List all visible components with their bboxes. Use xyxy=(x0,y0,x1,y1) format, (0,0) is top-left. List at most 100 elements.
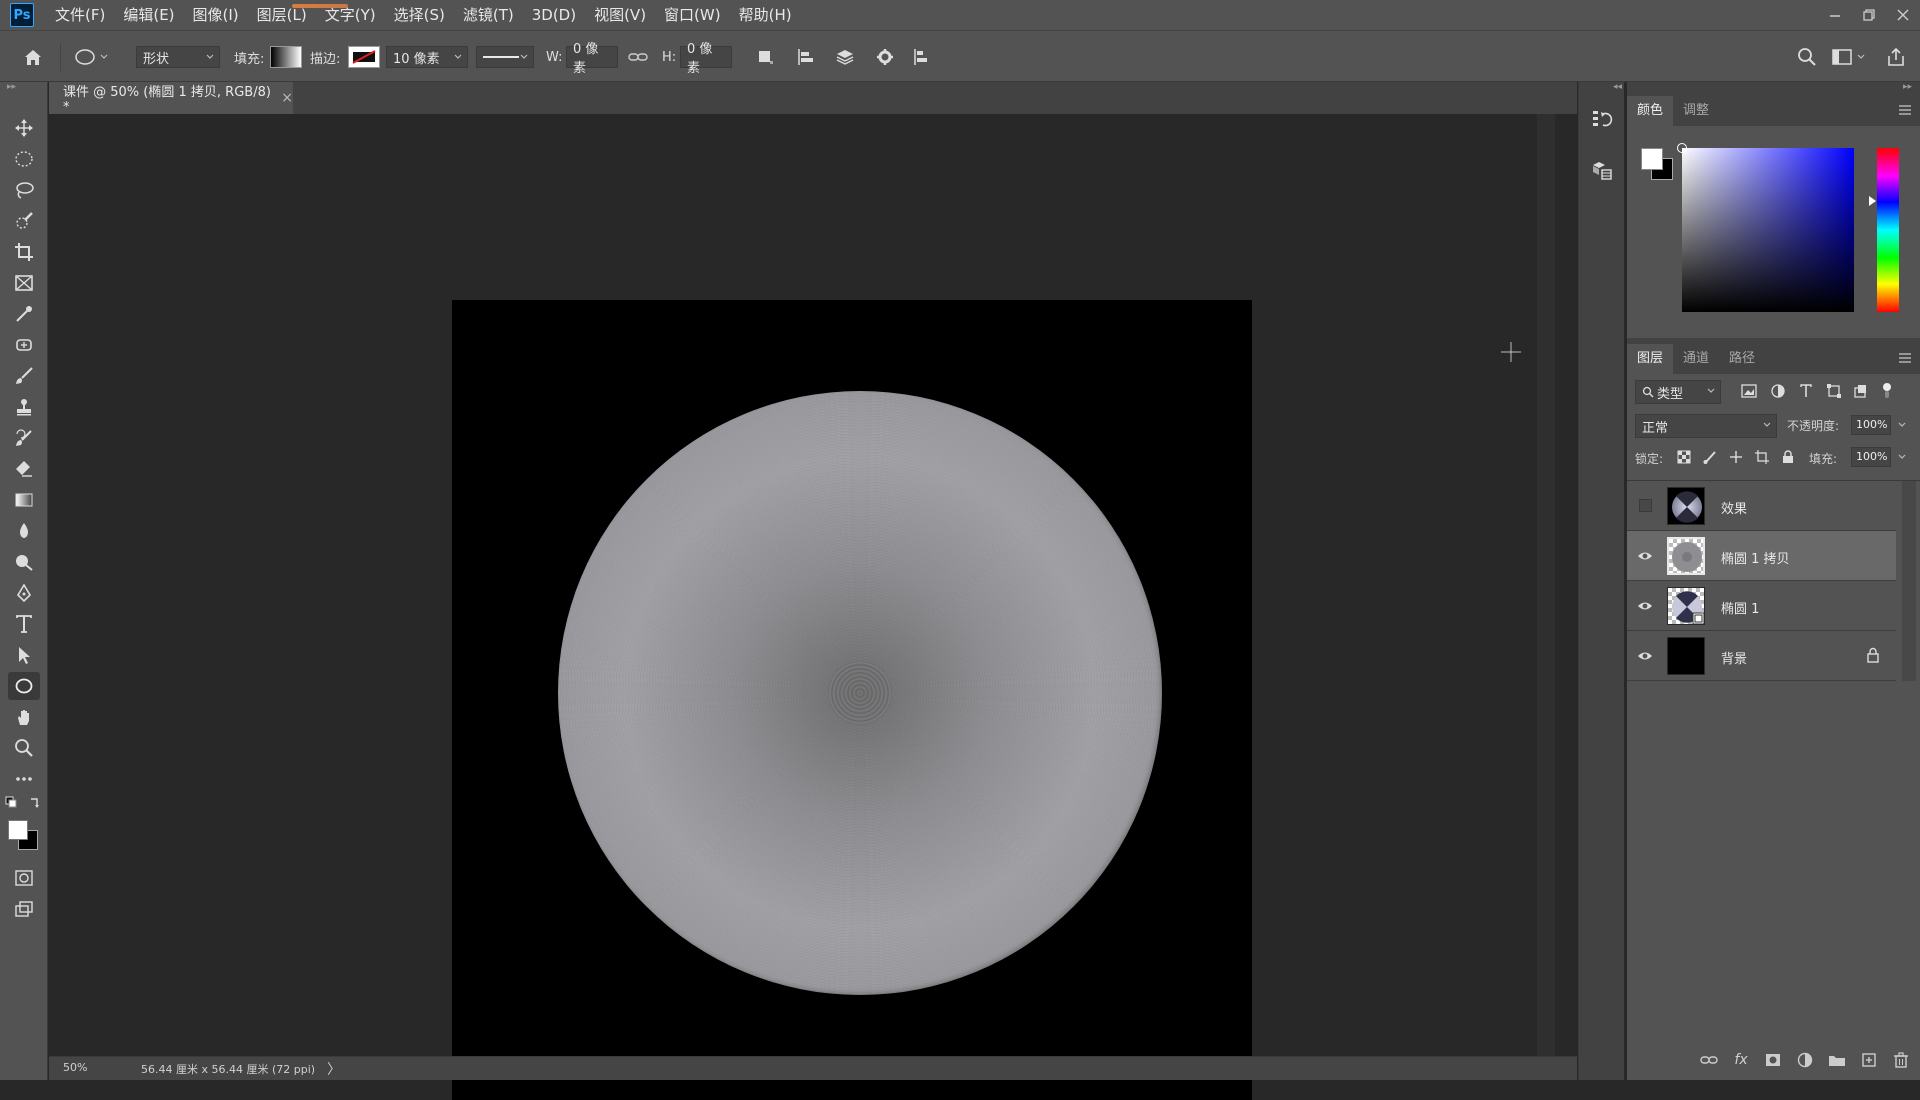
status-menu-arrow[interactable]: 〉 xyxy=(327,1059,341,1079)
delete-layer-button[interactable] xyxy=(1892,1051,1910,1069)
color-swatches[interactable] xyxy=(6,818,42,854)
layer-name[interactable]: 背景 xyxy=(1721,648,1747,667)
layer-row-background[interactable]: 背景 xyxy=(1627,631,1896,681)
chevron-down-icon[interactable] xyxy=(1897,452,1907,462)
hue-slider[interactable] xyxy=(1877,148,1899,312)
home-button[interactable] xyxy=(22,31,44,83)
swap-colors-button[interactable] xyxy=(4,794,42,814)
path-selection-tool[interactable] xyxy=(8,641,40,669)
clone-stamp-tool[interactable] xyxy=(8,393,40,421)
lock-artboard-icon[interactable] xyxy=(1755,450,1769,464)
tool-mode-select[interactable]: 形状 xyxy=(136,46,220,68)
new-layer-button[interactable] xyxy=(1860,1051,1878,1069)
document-tab[interactable]: 课件 @ 50% (椭圆 1 拷贝, RGB/8) * × xyxy=(49,82,293,115)
foreground-color-swatch[interactable] xyxy=(8,820,28,840)
layer-name[interactable]: 椭圆 1 拷贝 xyxy=(1721,548,1790,567)
menu-image[interactable]: 图像(I) xyxy=(184,0,248,30)
link-layers-button[interactable] xyxy=(1700,1051,1718,1069)
visibility-toggle-off[interactable] xyxy=(1639,499,1652,512)
type-tool[interactable] xyxy=(8,610,40,638)
layer-row-ellipse[interactable]: 椭圆 1 xyxy=(1627,581,1896,631)
collapse-dock-arrows-icon[interactable]: ◂◂ xyxy=(1613,82,1622,92)
height-field[interactable]: 0 像素 xyxy=(680,42,732,76)
link-dimensions-button[interactable] xyxy=(628,31,648,83)
close-button[interactable] xyxy=(1886,0,1920,30)
color-field-marker[interactable] xyxy=(1677,143,1687,153)
layer-name[interactable]: 椭圆 1 xyxy=(1721,598,1759,617)
frame-tool[interactable] xyxy=(8,269,40,297)
collapse-right-dock-icon[interactable]: ▸▸ xyxy=(1903,82,1912,92)
blur-tool[interactable] xyxy=(8,517,40,545)
menu-help[interactable]: 帮助(H) xyxy=(730,0,801,30)
pixel-layer-filter-icon[interactable] xyxy=(1741,384,1757,398)
stroke-width-field[interactable]: 10 像素 xyxy=(386,46,468,68)
fill-swatch[interactable] xyxy=(270,46,302,68)
zoom-level-field[interactable]: 50% xyxy=(63,1061,87,1074)
new-group-button[interactable] xyxy=(1828,1051,1846,1069)
tab-channels[interactable]: 通道 xyxy=(1673,344,1719,374)
tool-preset-picker[interactable] xyxy=(74,31,110,83)
eye-icon[interactable] xyxy=(1637,598,1653,614)
move-tool[interactable] xyxy=(8,114,40,142)
menu-file[interactable]: 文件(F) xyxy=(46,0,114,30)
hand-tool[interactable] xyxy=(8,703,40,731)
type-layer-filter-icon[interactable] xyxy=(1799,384,1813,398)
properties-panel-button[interactable] xyxy=(1587,156,1617,186)
layer-kind-filter[interactable]: 类型 xyxy=(1635,380,1721,404)
path-operations-button[interactable] xyxy=(756,31,774,83)
menu-filter[interactable]: 滤镜(T) xyxy=(454,0,523,30)
collapse-arrows-icon[interactable]: ▸▸ xyxy=(7,82,16,92)
align-edges-button[interactable] xyxy=(912,31,930,83)
zoom-tool[interactable] xyxy=(8,734,40,762)
panel-menu-icon[interactable] xyxy=(1898,104,1912,116)
color-picker-field[interactable] xyxy=(1677,143,1854,312)
new-adjustment-layer-button[interactable] xyxy=(1796,1051,1814,1069)
eraser-tool[interactable] xyxy=(8,455,40,483)
edit-toolbar-button[interactable] xyxy=(8,765,40,793)
minimize-button[interactable] xyxy=(1818,0,1852,30)
smart-object-filter-icon[interactable] xyxy=(1853,384,1867,398)
shape-layer-filter-icon[interactable] xyxy=(1827,384,1841,398)
lock-pixels-icon[interactable] xyxy=(1703,450,1717,464)
layers-scrollbar[interactable] xyxy=(1902,481,1916,681)
opacity-field[interactable]: 100% xyxy=(1851,415,1891,435)
vertical-scrollbar[interactable] xyxy=(1537,114,1555,1056)
crop-tool[interactable] xyxy=(8,238,40,266)
elliptical-marquee-tool[interactable] xyxy=(8,145,40,173)
document-canvas[interactable] xyxy=(452,300,1252,1100)
gradient-tool[interactable] xyxy=(8,486,40,514)
panel-foreground-swatch[interactable] xyxy=(1641,148,1663,170)
canvas-workspace[interactable] xyxy=(49,114,1555,1100)
tab-layers[interactable]: 图层 xyxy=(1627,344,1674,374)
layer-name[interactable]: 效果 xyxy=(1721,498,1747,517)
restore-button[interactable] xyxy=(1852,0,1886,30)
eye-icon[interactable] xyxy=(1637,648,1653,664)
menu-3d[interactable]: 3D(D) xyxy=(523,0,585,30)
brush-tool[interactable] xyxy=(8,362,40,390)
add-layer-style-button[interactable]: fx xyxy=(1732,1051,1750,1069)
stroke-type-select[interactable] xyxy=(476,46,534,68)
tab-paths[interactable]: 路径 xyxy=(1719,344,1765,374)
menu-edit[interactable]: 编辑(E) xyxy=(114,0,183,30)
tab-adjustments[interactable]: 调整 xyxy=(1673,96,1719,126)
eyedropper-tool[interactable] xyxy=(8,300,40,328)
path-arrangement-button[interactable] xyxy=(834,31,856,83)
menu-window[interactable]: 窗口(W) xyxy=(655,0,730,30)
lock-transparency-icon[interactable] xyxy=(1677,450,1691,464)
blend-mode-select[interactable]: 正常 xyxy=(1635,414,1777,438)
menu-view[interactable]: 视图(V) xyxy=(585,0,655,30)
tab-color[interactable]: 颜色 xyxy=(1627,96,1674,126)
hue-slider-handle[interactable] xyxy=(1869,196,1876,206)
menu-select[interactable]: 选择(S) xyxy=(385,0,454,30)
stroke-swatch[interactable] xyxy=(348,46,380,68)
share-button[interactable] xyxy=(1886,31,1906,83)
settings-button[interactable] xyxy=(876,31,894,83)
lock-position-icon[interactable] xyxy=(1729,450,1743,464)
pen-tool[interactable] xyxy=(8,579,40,607)
adjustment-layer-filter-icon[interactable] xyxy=(1771,384,1785,398)
lasso-tool[interactable] xyxy=(8,176,40,204)
layer-row-effect[interactable]: 效果 xyxy=(1627,481,1896,531)
spot-healing-tool[interactable] xyxy=(8,331,40,359)
add-mask-button[interactable] xyxy=(1764,1051,1782,1069)
lock-all-icon[interactable] xyxy=(1781,450,1795,464)
